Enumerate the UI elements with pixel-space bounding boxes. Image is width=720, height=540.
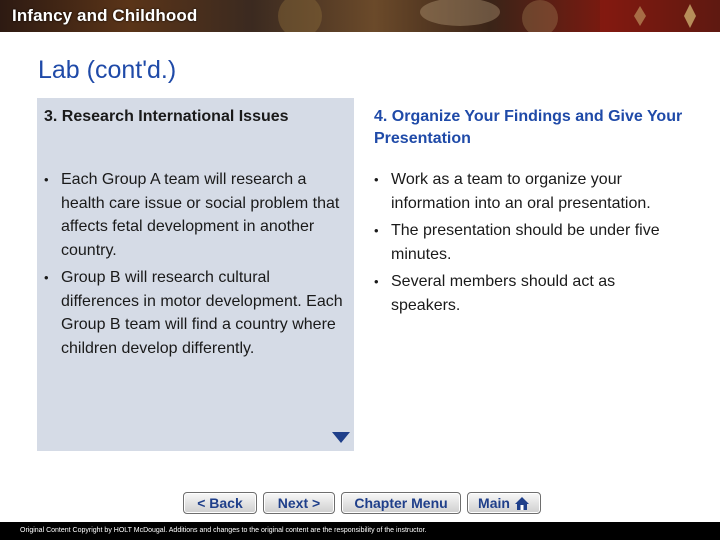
list-item: • Group B will research cultural differen… (44, 266, 344, 360)
main-button-label: Main (478, 495, 510, 511)
bullet-icon: • (374, 172, 379, 187)
bullet-icon: • (374, 223, 379, 238)
list-item: • The presentation should be under five m… (374, 219, 674, 266)
list-item-text: Each Group A team will research a health… (61, 171, 340, 259)
list-item: • Several members should act as speakers. (374, 270, 674, 317)
page-title: Lab (cont'd.) (38, 56, 177, 84)
chapter-menu-button[interactable]: Chapter Menu (341, 492, 461, 514)
list-item: • Work as a team to organize your informa… (374, 168, 674, 215)
list-item-text: Several members should act as speakers. (391, 273, 616, 314)
list-item-text: Group B will research cultural differenc… (61, 269, 343, 357)
header-title: Infancy and Childhood (12, 6, 198, 25)
right-column-heading: 4. Organize Your Findings and Give Your … (374, 108, 683, 147)
footer-copyright: Original Content Copyright by HOLT McDou… (0, 522, 720, 540)
header-banner: Infancy and Childhood (0, 0, 720, 32)
list-item: • Each Group A team will research a healt… (44, 168, 344, 262)
list-item-text: The presentation should be under five mi… (391, 222, 660, 263)
left-column-heading: 3. Research International Issues (44, 108, 289, 125)
back-button[interactable]: < Back (183, 492, 257, 514)
bullet-icon: • (44, 270, 49, 285)
list-item-text: Work as a team to organize your informat… (391, 171, 651, 212)
bullet-icon: • (44, 172, 49, 187)
scroll-down-arrow-icon[interactable] (332, 432, 350, 443)
main-button[interactable]: Main (467, 492, 541, 514)
left-bullet-list: • Each Group A team will research a healt… (44, 168, 344, 364)
bullet-icon: • (374, 274, 379, 289)
right-bullet-list: • Work as a team to organize your informa… (374, 168, 674, 321)
next-button[interactable]: Next > (263, 492, 335, 514)
home-icon (514, 496, 529, 510)
